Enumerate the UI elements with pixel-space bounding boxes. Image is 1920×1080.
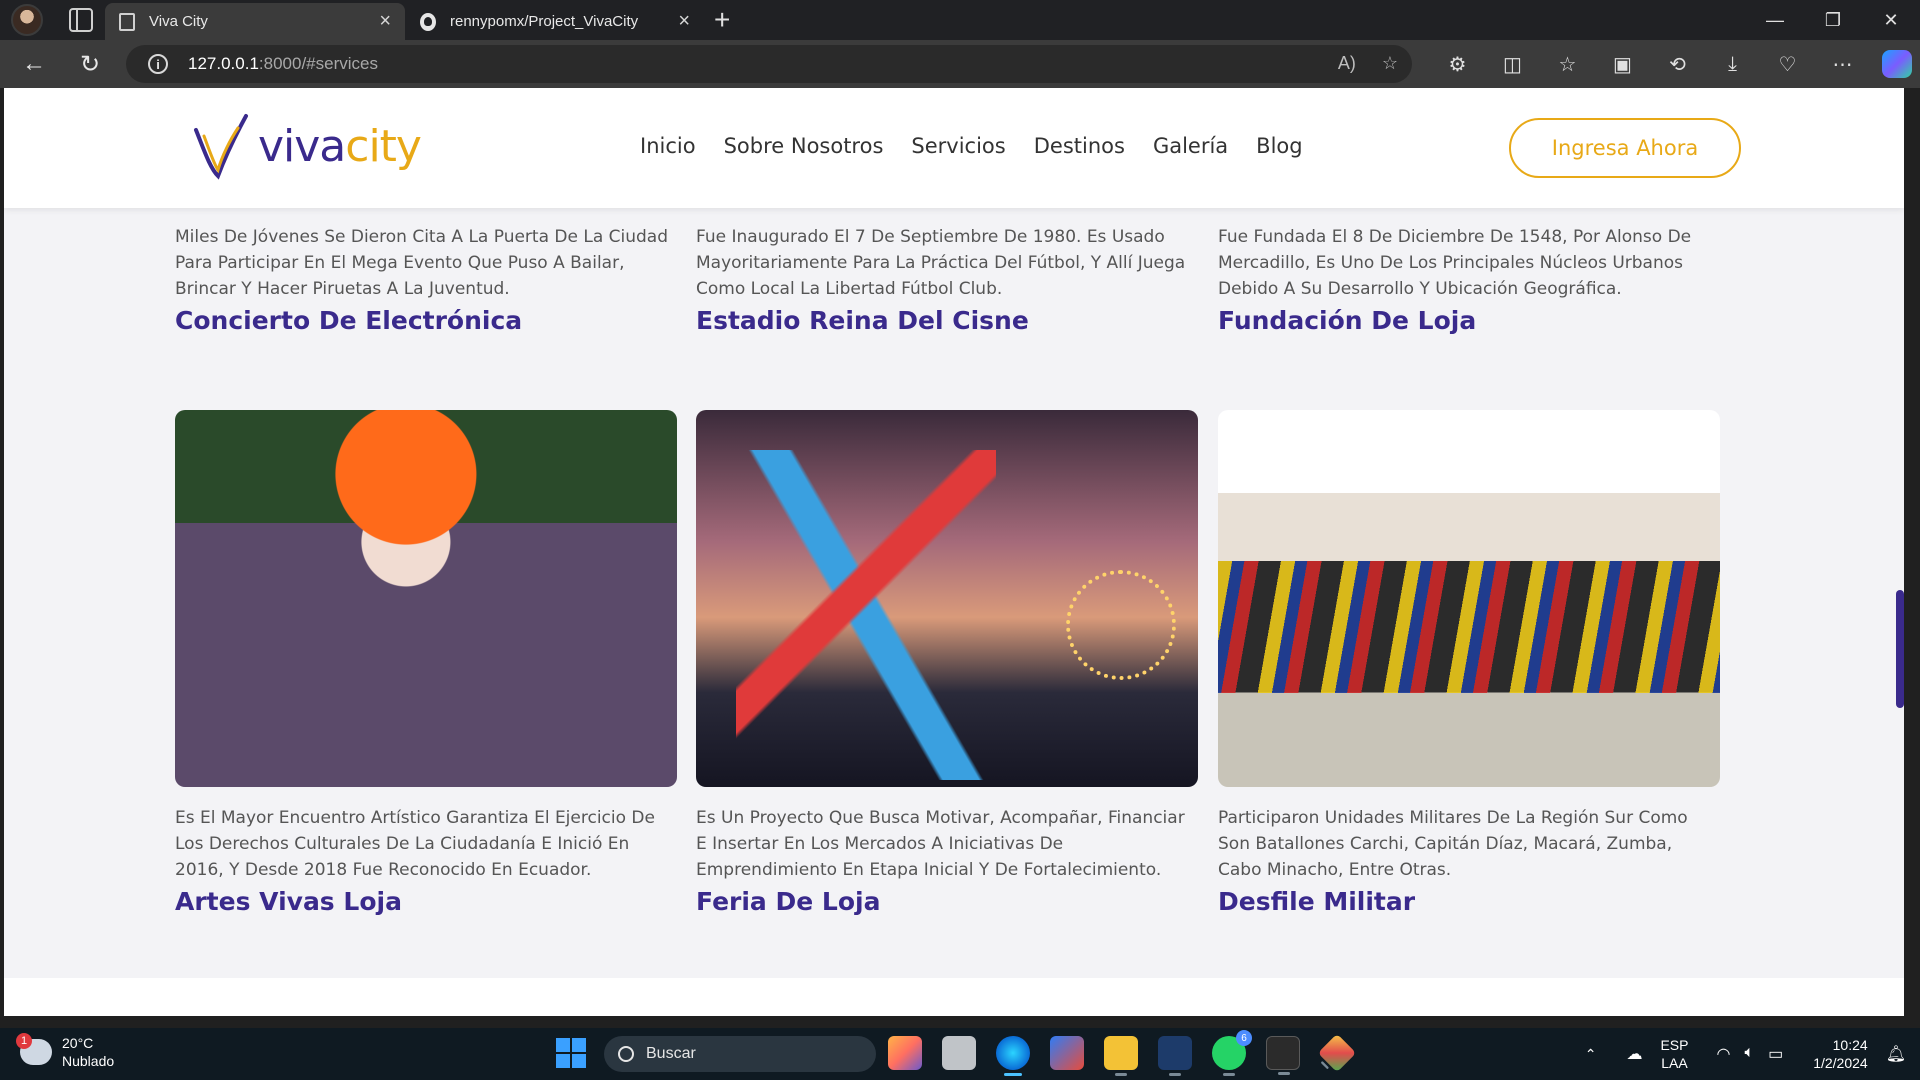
browser-tab-bar: Viva City × rennypomx/Project_VivaCity ×…: [0, 0, 1920, 40]
close-tab-icon[interactable]: ×: [379, 10, 391, 33]
service-title[interactable]: Estadio Reina Del Cisne: [696, 306, 1198, 335]
service-image: [175, 410, 677, 787]
logo-v-icon: [194, 114, 248, 180]
weather-temperature: 20°C: [62, 1035, 94, 1051]
chevron-up-icon[interactable]: ⌃: [1585, 1046, 1597, 1063]
whatsapp-icon[interactable]: 6: [1212, 1030, 1252, 1076]
address-host: 127.0.0.1: [188, 54, 259, 73]
service-description: Miles De Jóvenes Se Dieron Cita A La Pue…: [175, 227, 669, 299]
battery-icon[interactable]: ▭: [1768, 1044, 1783, 1064]
git-icon[interactable]: [1317, 1033, 1357, 1073]
tab-viva-city[interactable]: Viva City ×: [105, 3, 405, 40]
profile-avatar[interactable]: [11, 4, 43, 36]
address-bar[interactable]: i 127.0.0.1 :8000/#services A) ☆: [126, 45, 1412, 83]
service-title[interactable]: Desfile Militar: [1218, 887, 1720, 916]
service-title[interactable]: Feria De Loja: [696, 887, 1198, 916]
service-card[interactable]: Participaron Unidades Militares De La Re…: [1218, 410, 1720, 916]
favorite-star-icon[interactable]: ☆: [1382, 53, 1398, 74]
service-title[interactable]: Concierto De Electrónica: [175, 306, 677, 335]
restore-icon[interactable]: ❐: [1804, 0, 1862, 40]
task-view-icon[interactable]: [942, 1036, 976, 1070]
terminal-icon[interactable]: [1266, 1036, 1300, 1075]
store-icon[interactable]: [1050, 1036, 1084, 1070]
service-description: Es El Mayor Encuentro Artístico Garantiz…: [175, 808, 655, 880]
more-options-icon[interactable]: ⋯: [1815, 52, 1870, 77]
nav-servicios[interactable]: Servicios: [911, 134, 1005, 158]
site-info-icon[interactable]: i: [148, 54, 168, 74]
search-icon: [618, 1046, 634, 1062]
copilot-app-icon[interactable]: [888, 1036, 922, 1070]
performance-icon[interactable]: ♡: [1760, 52, 1815, 77]
onedrive-icon[interactable]: ☁: [1626, 1044, 1642, 1064]
copilot-icon[interactable]: [1882, 50, 1912, 78]
service-image: [696, 410, 1198, 787]
weather-badge: 1: [16, 1033, 32, 1049]
downloads-icon[interactable]: ⤓: [1705, 53, 1760, 76]
service-image: [1218, 410, 1720, 787]
vscode-icon[interactable]: [1158, 1036, 1192, 1076]
tab-github-project[interactable]: rennypomx/Project_VivaCity ×: [406, 3, 704, 40]
page-viewport: Miles De Jóvenes Se Dieron Cita A La Pue…: [4, 88, 1904, 1016]
extensions-icon[interactable]: ⚙: [1430, 52, 1485, 77]
wifi-icon[interactable]: ◠: [1716, 1044, 1730, 1064]
minimize-icon[interactable]: —: [1746, 0, 1804, 40]
nav-destinos[interactable]: Destinos: [1034, 134, 1125, 158]
nav-inicio[interactable]: Inicio: [640, 134, 696, 158]
cloud-icon: 1: [16, 1033, 52, 1065]
vivacity-logo[interactable]: vivacity: [190, 106, 422, 186]
reload-icon[interactable]: ↻: [70, 44, 110, 84]
close-tab-icon[interactable]: ×: [678, 10, 690, 33]
page-icon: [119, 12, 135, 31]
browser-toolbar: ← ↻ i 127.0.0.1 :8000/#services A) ☆ ⚙ ◫…: [0, 40, 1920, 88]
system-tray: ⌃ ☁ ESP LAA ◠ 🔈︎ ▭ 10:24 1/2/2024 🔔︎: [1585, 1028, 1920, 1080]
github-icon: [420, 12, 436, 31]
edge-icon[interactable]: [996, 1036, 1030, 1076]
scrollbar-thumb[interactable]: [1896, 590, 1904, 708]
tab-actions-icon[interactable]: [69, 8, 93, 32]
clock[interactable]: 10:24 1/2/2024: [1813, 1036, 1868, 1072]
ferris-wheel-shape: [1066, 570, 1176, 680]
nav-blog[interactable]: Blog: [1256, 134, 1302, 158]
whatsapp-badge: 6: [1236, 1030, 1252, 1046]
back-arrow-icon[interactable]: ←: [14, 44, 54, 84]
main-nav: Inicio Sobre Nosotros Servicios Destinos…: [640, 134, 1303, 158]
taskbar-search[interactable]: Buscar: [604, 1036, 876, 1072]
favorites-icon[interactable]: ☆: [1540, 52, 1595, 77]
read-aloud-icon[interactable]: A): [1338, 53, 1356, 74]
windows-start-icon[interactable]: [556, 1038, 586, 1068]
window-controls: — ❐ ✕: [1746, 0, 1920, 40]
split-screen-icon[interactable]: ◫: [1485, 52, 1540, 77]
nav-sobre-nosotros[interactable]: Sobre Nosotros: [724, 134, 884, 158]
service-description: Fue Inaugurado El 7 De Septiembre De 198…: [696, 227, 1186, 299]
service-title[interactable]: Artes Vivas Loja: [175, 887, 677, 916]
site-header: vivacity Inicio Sobre Nosotros Servicios…: [4, 88, 1904, 208]
service-card[interactable]: Es Un Proyecto Que Busca Motivar, Acompa…: [696, 410, 1198, 916]
flags-shape: [1218, 560, 1720, 693]
section-divider: [4, 978, 1904, 1016]
new-tab-button[interactable]: +: [714, 4, 730, 36]
file-explorer-icon[interactable]: [1104, 1036, 1138, 1076]
service-description: Participaron Unidades Militares De La Re…: [1218, 808, 1688, 880]
taskbar-apps: 6: [888, 1030, 1357, 1076]
service-title[interactable]: Fundación De Loja: [1218, 306, 1720, 335]
windows-taskbar: 1 20°C Nublado Buscar 6 ⌃ ☁ ESP LAA ◠ 🔈︎…: [0, 1028, 1920, 1080]
language-indicator[interactable]: ESP LAA: [1660, 1036, 1688, 1072]
address-path: :8000/#services: [258, 54, 378, 73]
search-placeholder: Buscar: [646, 1045, 696, 1062]
nav-galeria[interactable]: Galería: [1153, 134, 1228, 158]
ride-shape: [736, 450, 996, 780]
notification-bell-icon[interactable]: 🔔︎: [1886, 1044, 1906, 1064]
ingresa-ahora-button[interactable]: Ingresa Ahora: [1509, 118, 1741, 178]
weather-widget[interactable]: 1 20°C Nublado: [16, 1033, 115, 1070]
close-window-icon[interactable]: ✕: [1862, 0, 1920, 40]
collections-icon[interactable]: ▣: [1595, 52, 1650, 77]
service-card[interactable]: Es El Mayor Encuentro Artístico Garantiz…: [175, 410, 677, 916]
weather-condition: Nublado: [62, 1053, 115, 1069]
service-description: Es Un Proyecto Que Busca Motivar, Acompa…: [696, 808, 1185, 880]
service-description: Fue Fundada El 8 De Diciembre De 1548, P…: [1218, 227, 1692, 299]
volume-icon[interactable]: 🔈︎: [1744, 1044, 1754, 1064]
history-icon[interactable]: ⟲: [1650, 52, 1705, 77]
